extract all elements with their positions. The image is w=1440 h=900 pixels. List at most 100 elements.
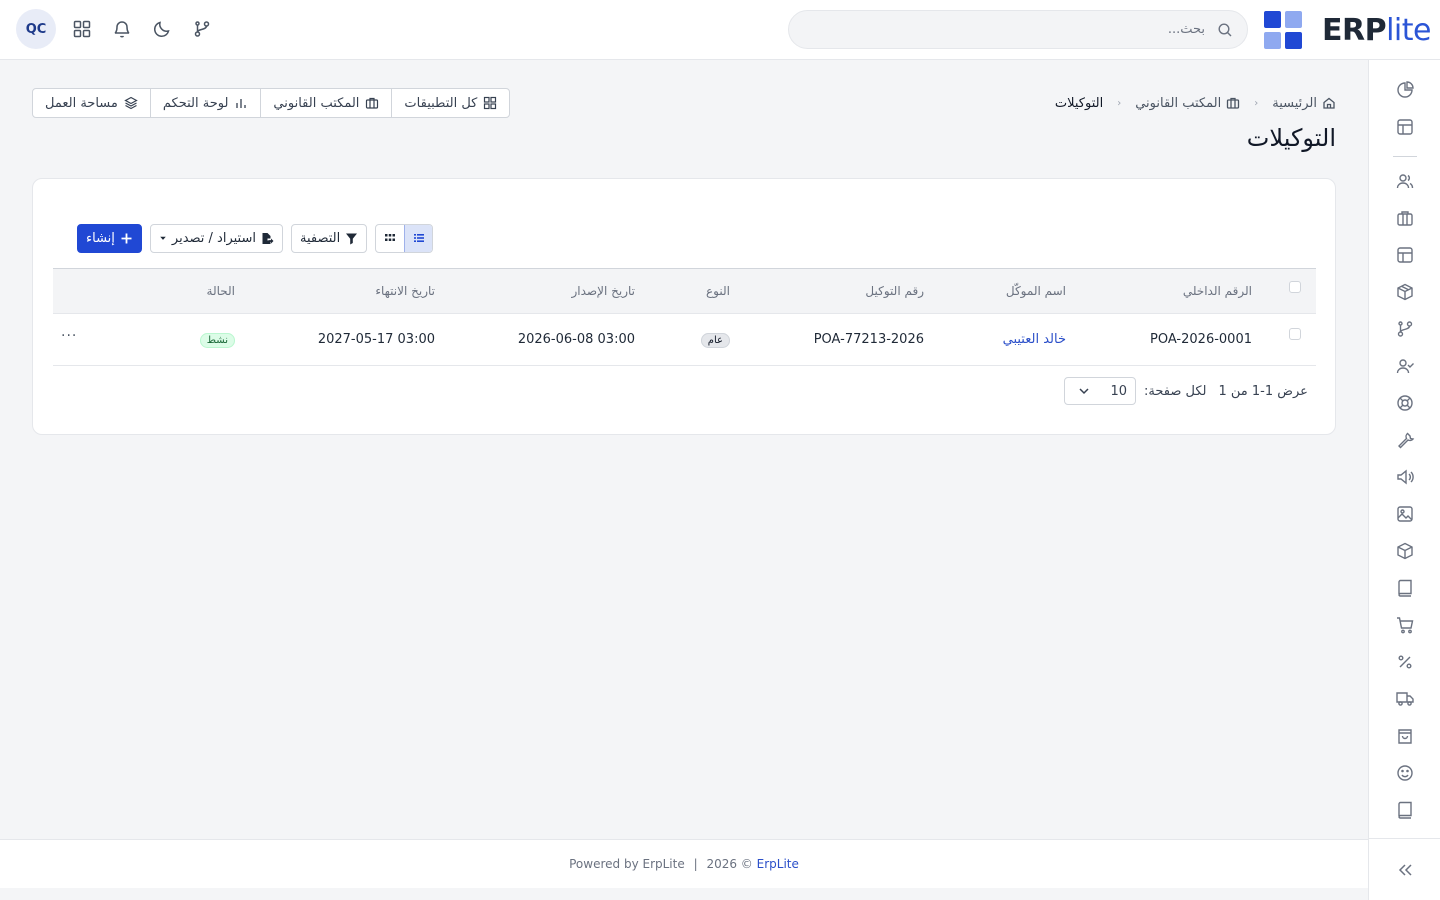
chevrons-left-icon[interactable] xyxy=(1395,860,1415,880)
header-type[interactable]: النوع xyxy=(706,284,730,298)
status-badge: نشط xyxy=(199,332,235,348)
view-toggle xyxy=(375,223,434,253)
header-status[interactable]: الحالة xyxy=(207,284,235,298)
per-page-select[interactable]: 10 xyxy=(1064,377,1136,405)
bar-chart-icon xyxy=(236,99,247,108)
breadcrumb-legal-office-label: المكتب القانوني xyxy=(1135,95,1222,111)
pie-chart-icon[interactable] xyxy=(1395,80,1415,100)
pagination: عرض 1-1 من 1 لكل صفحة: 10 xyxy=(1064,377,1308,405)
list-view-icon xyxy=(413,234,424,242)
header-issue-date[interactable]: تاريخ الإصدار xyxy=(572,284,636,298)
logo-lite: lite xyxy=(1386,13,1431,48)
all-apps-button[interactable]: كل التطبيقات xyxy=(391,89,509,117)
package-icon[interactable] xyxy=(1395,282,1415,302)
logo-mark-icon[interactable] xyxy=(1264,11,1302,49)
table-row[interactable]: POA-2026-0001 خالد العتيبي POA-77213-202… xyxy=(53,314,1316,366)
type-badge-label: عام xyxy=(700,333,730,348)
breadcrumb-home[interactable]: الرئيسية xyxy=(1272,96,1336,111)
legal-office-button[interactable]: المكتب القانوني xyxy=(260,89,391,117)
layout-icon[interactable] xyxy=(1395,117,1415,137)
logo-text[interactable]: ERPlite xyxy=(1322,14,1431,48)
moon-icon[interactable] xyxy=(152,19,172,39)
breadcrumb-legal-office[interactable]: المكتب القانوني xyxy=(1135,96,1240,111)
header-client-name[interactable]: اسم الموكّل xyxy=(1006,284,1066,298)
cell-client-name-link[interactable]: خالد العتيبي xyxy=(1003,332,1066,347)
shopping-bag-icon[interactable] xyxy=(1395,726,1415,746)
bell-icon[interactable] xyxy=(112,19,132,39)
life-buoy-icon[interactable] xyxy=(1395,393,1415,413)
workspace-button[interactable]: مساحة العمل xyxy=(33,89,150,117)
git-branch-icon[interactable] xyxy=(192,19,212,39)
chevron-down-icon xyxy=(1079,388,1089,395)
user-check-icon[interactable] xyxy=(1395,356,1415,376)
file-export-icon xyxy=(262,232,274,244)
row-checkbox[interactable] xyxy=(1289,328,1301,340)
plus-icon xyxy=(121,233,132,243)
breadcrumb-separator: ‹ xyxy=(1254,97,1259,109)
grid-view-icon xyxy=(385,234,396,241)
user-avatar[interactable]: QC xyxy=(16,9,56,49)
briefcase-icon xyxy=(366,97,379,109)
row-actions-button[interactable]: ··· xyxy=(61,328,77,344)
box-icon[interactable] xyxy=(1395,541,1415,561)
truck-icon[interactable] xyxy=(1395,689,1415,709)
pagination-summary: عرض 1-1 من 1 xyxy=(1218,383,1308,399)
caret-down-icon xyxy=(160,236,166,240)
git-branch-icon[interactable] xyxy=(1395,319,1415,339)
breadcrumb: الرئيسية ‹ المكتب القانوني ‹ التوكيلات xyxy=(1055,94,1336,112)
footer-year: 2026 © xyxy=(706,857,753,871)
briefcase-icon xyxy=(1227,97,1240,109)
breadcrumb-home-label: الرئيسية xyxy=(1272,95,1317,111)
users-icon[interactable] xyxy=(1395,171,1415,191)
per-page-value: 10 xyxy=(1110,383,1127,399)
image-icon[interactable] xyxy=(1395,504,1415,524)
layout-grid-icon[interactable] xyxy=(1395,245,1415,265)
toolbar: إنشاء استيراد / تصدير التصفية xyxy=(77,223,434,253)
logo-erp: ERP xyxy=(1322,13,1387,48)
filter-button[interactable]: التصفية xyxy=(290,223,368,253)
apps-grid-icon[interactable] xyxy=(72,19,92,39)
book-icon[interactable] xyxy=(1395,578,1415,598)
top-bar: QC بحث... ERPlite xyxy=(0,0,1440,60)
book-icon[interactable] xyxy=(1395,800,1415,820)
filter-icon xyxy=(346,233,358,244)
grid-view-button[interactable] xyxy=(376,225,404,252)
wrench-icon[interactable] xyxy=(1395,430,1415,450)
breadcrumb-current: التوكيلات xyxy=(1054,95,1104,111)
records-card: إنشاء استيراد / تصدير التصفية الرقم الدا… xyxy=(32,178,1336,435)
smile-icon[interactable] xyxy=(1395,763,1415,783)
footer-powered: Powered by ErpLite xyxy=(569,857,685,871)
sidebar-divider xyxy=(1393,156,1417,157)
footer-text: Powered by ErpLite | 2026 © ErpLite xyxy=(0,857,1368,871)
header-poa-no[interactable]: رقم التوكيل xyxy=(865,284,924,298)
cell-internal-no: POA-2026-0001 xyxy=(1149,332,1252,347)
status-badge-label: نشط xyxy=(199,333,235,348)
per-page-label: لكل صفحة: xyxy=(1144,383,1207,399)
home-icon xyxy=(1323,97,1335,109)
create-button[interactable]: إنشاء xyxy=(77,223,142,253)
cart-icon[interactable] xyxy=(1395,615,1415,635)
footer-brand-link[interactable]: ErpLite xyxy=(757,857,799,871)
cell-issue-date: 2026-06-08 03:00 xyxy=(517,332,635,347)
briefcase-icon[interactable] xyxy=(1395,208,1415,228)
cell-expiry-date: 2027-05-17 03:00 xyxy=(317,332,435,347)
select-all-checkbox[interactable] xyxy=(1289,281,1301,293)
import-export-label: استيراد / تصدير xyxy=(171,230,256,246)
create-label: إنشاء xyxy=(86,230,115,246)
megaphone-icon[interactable] xyxy=(1395,467,1415,487)
import-export-button[interactable]: استيراد / تصدير xyxy=(149,223,283,253)
type-badge: عام xyxy=(700,332,730,348)
search-input[interactable]: بحث... xyxy=(788,10,1248,49)
percent-icon[interactable] xyxy=(1395,652,1415,672)
header-expiry-date[interactable]: تاريخ الانتهاء xyxy=(375,284,435,298)
filter-label: التصفية xyxy=(299,230,341,246)
header-internal-no[interactable]: الرقم الداخلي xyxy=(1183,284,1252,298)
dashboard-button[interactable]: لوحة التحكم xyxy=(149,89,261,117)
workspace-label: مساحة العمل xyxy=(45,95,118,111)
search-icon xyxy=(1217,22,1233,38)
grid-icon xyxy=(484,96,497,110)
app-nav: مساحة العمل لوحة التحكم المكتب القانوني … xyxy=(32,88,511,118)
layers-icon xyxy=(124,96,138,110)
footer-separator: | xyxy=(693,857,698,871)
list-view-button[interactable] xyxy=(404,224,433,252)
